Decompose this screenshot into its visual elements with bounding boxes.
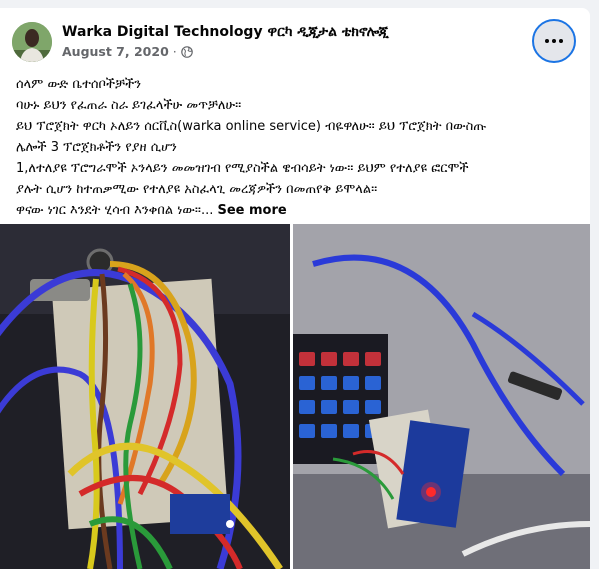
more-options-button[interactable] xyxy=(532,19,576,63)
globe-icon xyxy=(180,45,193,58)
post-text: ሰላም ውድ ቤተሰቦችቻችን ባሁኑ ይህን የፈጠራ ስራ ይገፈላችሁ መ… xyxy=(16,74,576,221)
post-text-line: ያሉት ሲሆን ከተጠቃሚው የተለያዩ አስፈላጊ መረጃዎችን በመጠየቅ … xyxy=(16,182,378,197)
post-text-line: ዋናው ነገር እንደት ሂሳብ እንቀበል ነው።... xyxy=(16,203,214,218)
post-date-link[interactable]: August 7, 2020 xyxy=(62,44,169,59)
post-text-line: ባሁኑ ይህን የፈጠራ ስራ ይገፈላችሁ መጥቻለሁ። xyxy=(16,98,242,113)
post-text-line: ይህ ፕሮጀክት ዋርካ ኦለይን ሰርቪስ(warka online serv… xyxy=(16,119,487,134)
see-more-link[interactable]: See more xyxy=(217,203,286,218)
photo-keypad-arduino[interactable] xyxy=(293,224,590,569)
meta-separator: · xyxy=(172,44,177,59)
photo-breadboard-wires[interactable] xyxy=(0,224,290,569)
post-meta: August 7, 2020 · xyxy=(62,44,193,59)
post-text-last-line: ዋናው ነገር እንደት ሂሳብ እንቀበል ነው።... See more xyxy=(16,200,576,221)
post-text-line: ሰላም ውድ ቤተሰቦችቻችን xyxy=(16,77,142,92)
more-options-icon xyxy=(545,39,549,43)
page-name-link[interactable]: Warka Digital Technology ዋርካ ዲጂታል ቴክኖሎጂ xyxy=(62,24,389,40)
avatar[interactable] xyxy=(12,22,52,62)
photo-grid xyxy=(0,224,590,569)
post-header: Warka Digital Technology ዋርካ ዲጂታል ቴክኖሎጂ … xyxy=(12,19,578,64)
post-text-line: 1,ለተለያዩ ፕሮግራሞች ኦንላይን መመዝገብ የሚያስችል ዌብሳይት … xyxy=(16,161,469,176)
post-text-line: ሌሎች 3 ፕሮጀክቶችን የያዘ ሲሆን xyxy=(16,140,177,155)
post-card: Warka Digital Technology ዋርካ ዲጂታል ቴክኖሎጂ … xyxy=(0,8,590,569)
